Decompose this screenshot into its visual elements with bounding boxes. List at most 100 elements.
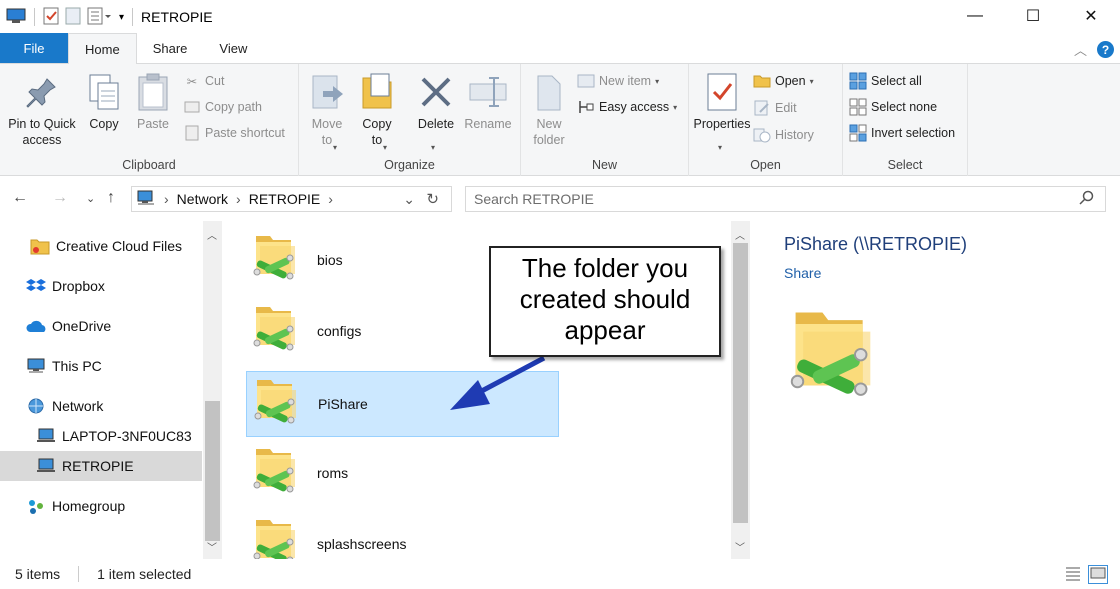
nav-item-dropbox[interactable]: Dropbox xyxy=(0,271,202,301)
edit-button[interactable]: Edit xyxy=(753,97,797,119)
shared-folder-icon xyxy=(253,519,296,559)
open-button[interactable]: Open ▾ xyxy=(753,70,814,92)
refresh-icon[interactable]: ↻ xyxy=(426,190,439,208)
explorer-icon[interactable] xyxy=(6,8,26,27)
move-to-icon xyxy=(307,70,347,114)
copy-path-button[interactable]: Copy path xyxy=(183,96,262,118)
nav-item-retropie[interactable]: RETROPIE xyxy=(0,451,202,481)
select-group: Select all Select none Invert selection … xyxy=(843,64,968,176)
open-folder-icon xyxy=(753,72,771,90)
breadcrumb-network[interactable]: Network xyxy=(177,191,228,207)
recent-locations-chevron-icon[interactable]: ⌄ xyxy=(86,192,95,205)
tab-view[interactable]: View xyxy=(203,33,263,63)
maximize-button[interactable]: ☐ xyxy=(1004,0,1062,32)
new-folder-icon xyxy=(529,70,569,114)
divider xyxy=(132,8,134,26)
list-item[interactable]: roms xyxy=(246,440,559,506)
cut-button[interactable]: ✂ Cut xyxy=(183,70,225,92)
customize-qat-icon[interactable] xyxy=(87,7,113,28)
easy-access-icon xyxy=(577,98,595,116)
new-folder-qat-icon[interactable] xyxy=(65,7,81,28)
scroll-down-chevron-icon[interactable]: ﹀ xyxy=(203,539,221,554)
open-group: Properties ▾ Open ▾ Edit History Open xyxy=(689,64,843,176)
forward-arrow-icon[interactable]: → xyxy=(52,189,68,207)
scroll-up-chevron-icon[interactable]: ︿ xyxy=(731,227,749,242)
chevron-down-icon[interactable]: ▾ xyxy=(119,12,124,23)
tab-share[interactable]: Share xyxy=(137,33,204,63)
help-icon[interactable]: ? xyxy=(1097,41,1114,58)
network-location-icon xyxy=(136,190,156,209)
nav-item-onedrive[interactable]: OneDrive xyxy=(0,311,202,341)
chevron-down-icon: ▾ xyxy=(655,76,660,86)
pin-to-quick-access-button[interactable]: Pin to Quick access xyxy=(4,70,80,148)
window-title: RETROPIE xyxy=(141,9,213,25)
paste-shortcut-button[interactable]: Paste shortcut xyxy=(183,122,285,144)
nav-item-creative-cloud-files[interactable]: Creative Cloud Files xyxy=(0,231,202,261)
paste-button[interactable]: Paste xyxy=(130,70,176,132)
properties-button[interactable]: Properties ▾ xyxy=(689,70,755,152)
invert-selection-icon xyxy=(849,124,867,142)
nav-item-network[interactable]: Network xyxy=(0,391,202,421)
creative-cloud-icon xyxy=(30,236,50,256)
history-icon xyxy=(753,126,771,144)
breadcrumb-separator-icon: › xyxy=(164,191,169,207)
computer-icon xyxy=(36,456,56,476)
divider xyxy=(34,8,35,26)
back-arrow-icon[interactable]: ← xyxy=(12,189,28,207)
move-to-button[interactable]: Move to ▾ xyxy=(307,70,347,152)
item-count: 5 items xyxy=(15,566,61,582)
scissors-icon: ✂ xyxy=(186,74,198,89)
nav-scrollbar-thumb[interactable] xyxy=(205,401,220,541)
network-icon xyxy=(26,396,46,416)
copy-button[interactable]: Copy xyxy=(82,70,126,132)
delete-button[interactable]: Delete ▾ xyxy=(413,70,459,152)
invert-selection-button[interactable]: Invert selection xyxy=(849,122,955,144)
address-bar[interactable]: › Network › RETROPIE › ⌄ ↻ xyxy=(131,186,452,212)
clipboard-group-label: Clipboard xyxy=(122,158,176,172)
delete-icon xyxy=(416,70,456,114)
details-title: PiShare (\\RETROPIE) xyxy=(784,234,968,254)
close-button[interactable]: ✕ xyxy=(1062,0,1120,32)
copy-icon xyxy=(84,70,124,114)
ribbon: Pin to Quick access Copy Paste ✂ Cut Cop… xyxy=(0,64,1120,176)
chevron-down-icon: ▾ xyxy=(809,76,814,86)
selection-count: 1 item selected xyxy=(97,566,192,582)
collapse-ribbon-icon[interactable]: ︿ xyxy=(1074,40,1087,59)
select-none-button[interactable]: Select none xyxy=(849,96,937,118)
organize-group-label: Organize xyxy=(384,158,435,172)
chevron-down-icon: ▾ xyxy=(383,143,388,152)
breadcrumb-retropie[interactable]: RETROPIE xyxy=(249,191,321,207)
shared-folder-icon xyxy=(254,379,297,424)
nav-item-laptop[interactable]: LAPTOP-3NF0UC83 xyxy=(0,421,202,451)
search-input[interactable]: Search RETROPIE xyxy=(465,186,1106,212)
pin-icon xyxy=(22,70,62,114)
tab-file[interactable]: File xyxy=(0,33,68,63)
quick-access-toolbar: ▾ xyxy=(0,7,135,28)
copy-to-icon xyxy=(357,70,397,114)
large-icons-view-icon[interactable] xyxy=(1088,565,1108,584)
new-item-button[interactable]: New item ▾ xyxy=(577,70,659,92)
easy-access-button[interactable]: Easy access ▾ xyxy=(577,96,677,118)
new-group-label: New xyxy=(591,158,617,172)
search-icon xyxy=(1079,190,1095,209)
scroll-down-chevron-icon[interactable]: ﹀ xyxy=(731,539,749,554)
rename-icon xyxy=(468,70,508,114)
address-dropdown-chevron-icon[interactable]: ⌄ xyxy=(403,191,415,208)
nav-item-homegroup[interactable]: Homegroup xyxy=(0,491,202,521)
minimize-button[interactable]: — xyxy=(946,0,1004,32)
copy-to-button[interactable]: Copy to ▾ xyxy=(355,70,399,152)
up-arrow-icon[interactable]: ↑ xyxy=(107,189,115,207)
scroll-up-chevron-icon[interactable]: ︿ xyxy=(203,227,221,242)
file-list-scrollbar-thumb[interactable] xyxy=(733,243,748,523)
details-pane: PiShare (\\RETROPIE) Share xyxy=(768,221,1120,559)
nav-item-this-pc[interactable]: This PC xyxy=(0,351,202,381)
tab-home[interactable]: Home xyxy=(68,33,137,64)
history-button[interactable]: History xyxy=(753,124,814,146)
select-all-button[interactable]: Select all xyxy=(849,70,922,92)
rename-button[interactable]: Rename xyxy=(461,70,515,132)
details-view-icon[interactable] xyxy=(1064,565,1082,584)
status-bar: 5 items 1 item selected xyxy=(0,559,1120,589)
new-folder-button[interactable]: New folder xyxy=(529,70,569,148)
list-item[interactable]: splashscreens xyxy=(246,511,559,559)
properties-qat-icon[interactable] xyxy=(43,7,59,28)
